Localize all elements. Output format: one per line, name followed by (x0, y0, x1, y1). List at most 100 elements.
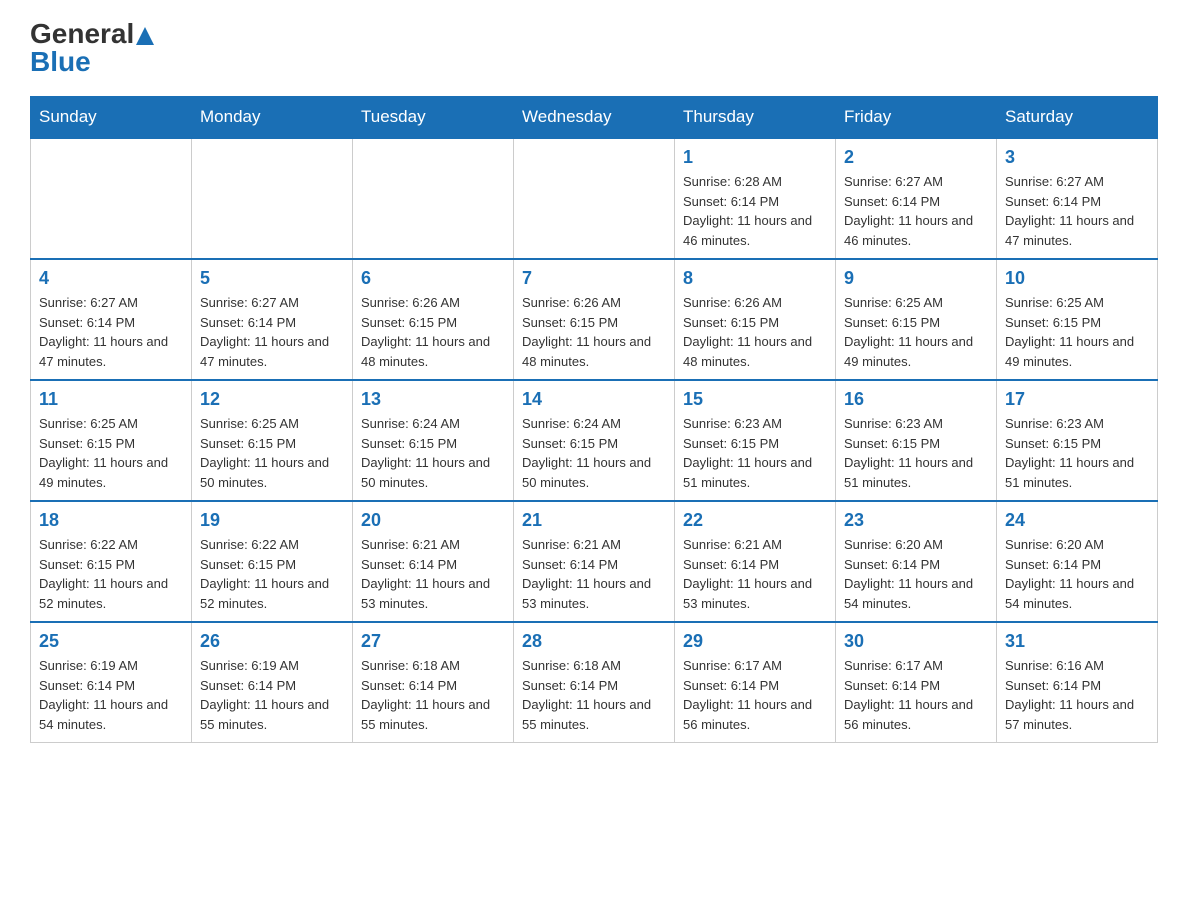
day-info: Sunrise: 6:21 AM Sunset: 6:14 PM Dayligh… (361, 535, 505, 613)
calendar-cell: 4 Sunrise: 6:27 AM Sunset: 6:14 PM Daylig… (31, 259, 192, 380)
weekday-header-tuesday: Tuesday (353, 97, 514, 139)
week-row-2: 4 Sunrise: 6:27 AM Sunset: 6:14 PM Daylig… (31, 259, 1158, 380)
day-number: 22 (683, 510, 827, 531)
page-header: General Blue (30, 20, 1158, 76)
calendar-cell: 12Sunrise: 6:25 AM Sunset: 6:15 PM Dayli… (192, 380, 353, 501)
day-number: 25 (39, 631, 183, 652)
weekday-header-saturday: Saturday (997, 97, 1158, 139)
day-number: 10 (1005, 268, 1149, 289)
day-number: 4 (39, 268, 183, 289)
day-info: Sunrise: 6:24 AM Sunset: 6:15 PM Dayligh… (522, 414, 666, 492)
day-info: Sunrise: 6:21 AM Sunset: 6:14 PM Dayligh… (522, 535, 666, 613)
day-info: Sunrise: 6:27 AM Sunset: 6:14 PM Dayligh… (200, 293, 344, 371)
day-info: Sunrise: 6:19 AM Sunset: 6:14 PM Dayligh… (200, 656, 344, 734)
logo: General Blue (30, 20, 154, 76)
calendar-cell: 16 Sunrise: 6:23 AM Sunset: 6:15 PM Dayli… (836, 380, 997, 501)
calendar-cell: 9 Sunrise: 6:25 AM Sunset: 6:15 PM Daylig… (836, 259, 997, 380)
calendar-cell: 24 Sunrise: 6:20 AM Sunset: 6:14 PM Dayli… (997, 501, 1158, 622)
calendar-cell: 30 Sunrise: 6:17 AM Sunset: 6:14 PM Dayli… (836, 622, 997, 743)
day-info: Sunrise: 6:27 AM Sunset: 6:14 PM Dayligh… (39, 293, 183, 371)
calendar-cell: 17 Sunrise: 6:23 AM Sunset: 6:15 PM Dayli… (997, 380, 1158, 501)
calendar-cell: 20Sunrise: 6:21 AM Sunset: 6:14 PM Dayli… (353, 501, 514, 622)
calendar-cell: 7 Sunrise: 6:26 AM Sunset: 6:15 PM Daylig… (514, 259, 675, 380)
calendar-cell: 13 Sunrise: 6:24 AM Sunset: 6:15 PM Dayli… (353, 380, 514, 501)
calendar-cell (192, 138, 353, 259)
day-number: 26 (200, 631, 344, 652)
calendar-cell: 3Sunrise: 6:27 AM Sunset: 6:14 PM Daylig… (997, 138, 1158, 259)
calendar-cell (31, 138, 192, 259)
day-number: 9 (844, 268, 988, 289)
day-info: Sunrise: 6:23 AM Sunset: 6:15 PM Dayligh… (1005, 414, 1149, 492)
calendar-cell: 2 Sunrise: 6:27 AM Sunset: 6:14 PM Daylig… (836, 138, 997, 259)
day-info: Sunrise: 6:23 AM Sunset: 6:15 PM Dayligh… (844, 414, 988, 492)
day-info: Sunrise: 6:16 AM Sunset: 6:14 PM Dayligh… (1005, 656, 1149, 734)
day-number: 3 (1005, 147, 1149, 168)
day-number: 31 (1005, 631, 1149, 652)
day-number: 21 (522, 510, 666, 531)
calendar-cell: 22Sunrise: 6:21 AM Sunset: 6:14 PM Dayli… (675, 501, 836, 622)
calendar-cell: 14 Sunrise: 6:24 AM Sunset: 6:15 PM Dayli… (514, 380, 675, 501)
day-number: 6 (361, 268, 505, 289)
calendar-cell: 31 Sunrise: 6:16 AM Sunset: 6:14 PM Dayli… (997, 622, 1158, 743)
day-info: Sunrise: 6:17 AM Sunset: 6:14 PM Dayligh… (683, 656, 827, 734)
calendar-table: SundayMondayTuesdayWednesdayThursdayFrid… (30, 96, 1158, 743)
week-row-1: 1 Sunrise: 6:28 AM Sunset: 6:14 PM Daylig… (31, 138, 1158, 259)
calendar-cell: 21 Sunrise: 6:21 AM Sunset: 6:14 PM Dayli… (514, 501, 675, 622)
day-number: 19 (200, 510, 344, 531)
day-info: Sunrise: 6:27 AM Sunset: 6:14 PM Dayligh… (844, 172, 988, 250)
week-row-5: 25 Sunrise: 6:19 AM Sunset: 6:14 PM Dayli… (31, 622, 1158, 743)
day-number: 16 (844, 389, 988, 410)
day-info: Sunrise: 6:18 AM Sunset: 6:14 PM Dayligh… (522, 656, 666, 734)
calendar-cell: 28Sunrise: 6:18 AM Sunset: 6:14 PM Dayli… (514, 622, 675, 743)
weekday-header-friday: Friday (836, 97, 997, 139)
day-number: 11 (39, 389, 183, 410)
calendar-cell: 10Sunrise: 6:25 AM Sunset: 6:15 PM Dayli… (997, 259, 1158, 380)
day-number: 24 (1005, 510, 1149, 531)
weekday-header-thursday: Thursday (675, 97, 836, 139)
logo-blue-text: Blue (30, 48, 91, 76)
calendar-cell: 29Sunrise: 6:17 AM Sunset: 6:14 PM Dayli… (675, 622, 836, 743)
day-number: 17 (1005, 389, 1149, 410)
calendar-cell: 27 Sunrise: 6:18 AM Sunset: 6:14 PM Dayli… (353, 622, 514, 743)
day-info: Sunrise: 6:25 AM Sunset: 6:15 PM Dayligh… (39, 414, 183, 492)
calendar-cell: 26 Sunrise: 6:19 AM Sunset: 6:14 PM Dayli… (192, 622, 353, 743)
day-number: 14 (522, 389, 666, 410)
day-number: 7 (522, 268, 666, 289)
day-number: 30 (844, 631, 988, 652)
calendar-cell: 5 Sunrise: 6:27 AM Sunset: 6:14 PM Daylig… (192, 259, 353, 380)
calendar-cell: 19 Sunrise: 6:22 AM Sunset: 6:15 PM Dayli… (192, 501, 353, 622)
day-info: Sunrise: 6:19 AM Sunset: 6:14 PM Dayligh… (39, 656, 183, 734)
day-info: Sunrise: 6:20 AM Sunset: 6:14 PM Dayligh… (844, 535, 988, 613)
calendar-cell: 18 Sunrise: 6:22 AM Sunset: 6:15 PM Dayli… (31, 501, 192, 622)
day-info: Sunrise: 6:17 AM Sunset: 6:14 PM Dayligh… (844, 656, 988, 734)
day-number: 5 (200, 268, 344, 289)
calendar-cell: 23 Sunrise: 6:20 AM Sunset: 6:14 PM Dayli… (836, 501, 997, 622)
day-info: Sunrise: 6:26 AM Sunset: 6:15 PM Dayligh… (683, 293, 827, 371)
day-number: 18 (39, 510, 183, 531)
day-info: Sunrise: 6:22 AM Sunset: 6:15 PM Dayligh… (200, 535, 344, 613)
day-number: 23 (844, 510, 988, 531)
calendar-cell: 6 Sunrise: 6:26 AM Sunset: 6:15 PM Daylig… (353, 259, 514, 380)
day-info: Sunrise: 6:25 AM Sunset: 6:15 PM Dayligh… (844, 293, 988, 371)
day-number: 1 (683, 147, 827, 168)
weekday-header-monday: Monday (192, 97, 353, 139)
day-info: Sunrise: 6:22 AM Sunset: 6:15 PM Dayligh… (39, 535, 183, 613)
calendar-cell: 25 Sunrise: 6:19 AM Sunset: 6:14 PM Dayli… (31, 622, 192, 743)
week-row-3: 11 Sunrise: 6:25 AM Sunset: 6:15 PM Dayli… (31, 380, 1158, 501)
logo-general-text: General (30, 20, 154, 48)
day-info: Sunrise: 6:26 AM Sunset: 6:15 PM Dayligh… (522, 293, 666, 371)
day-info: Sunrise: 6:28 AM Sunset: 6:14 PM Dayligh… (683, 172, 827, 250)
day-number: 27 (361, 631, 505, 652)
day-number: 13 (361, 389, 505, 410)
day-info: Sunrise: 6:26 AM Sunset: 6:15 PM Dayligh… (361, 293, 505, 371)
calendar-cell: 11 Sunrise: 6:25 AM Sunset: 6:15 PM Dayli… (31, 380, 192, 501)
day-info: Sunrise: 6:20 AM Sunset: 6:14 PM Dayligh… (1005, 535, 1149, 613)
day-number: 2 (844, 147, 988, 168)
calendar-cell (514, 138, 675, 259)
day-info: Sunrise: 6:23 AM Sunset: 6:15 PM Dayligh… (683, 414, 827, 492)
weekday-header-sunday: Sunday (31, 97, 192, 139)
day-info: Sunrise: 6:24 AM Sunset: 6:15 PM Dayligh… (361, 414, 505, 492)
day-info: Sunrise: 6:18 AM Sunset: 6:14 PM Dayligh… (361, 656, 505, 734)
calendar-cell: 1 Sunrise: 6:28 AM Sunset: 6:14 PM Daylig… (675, 138, 836, 259)
weekday-header-wednesday: Wednesday (514, 97, 675, 139)
